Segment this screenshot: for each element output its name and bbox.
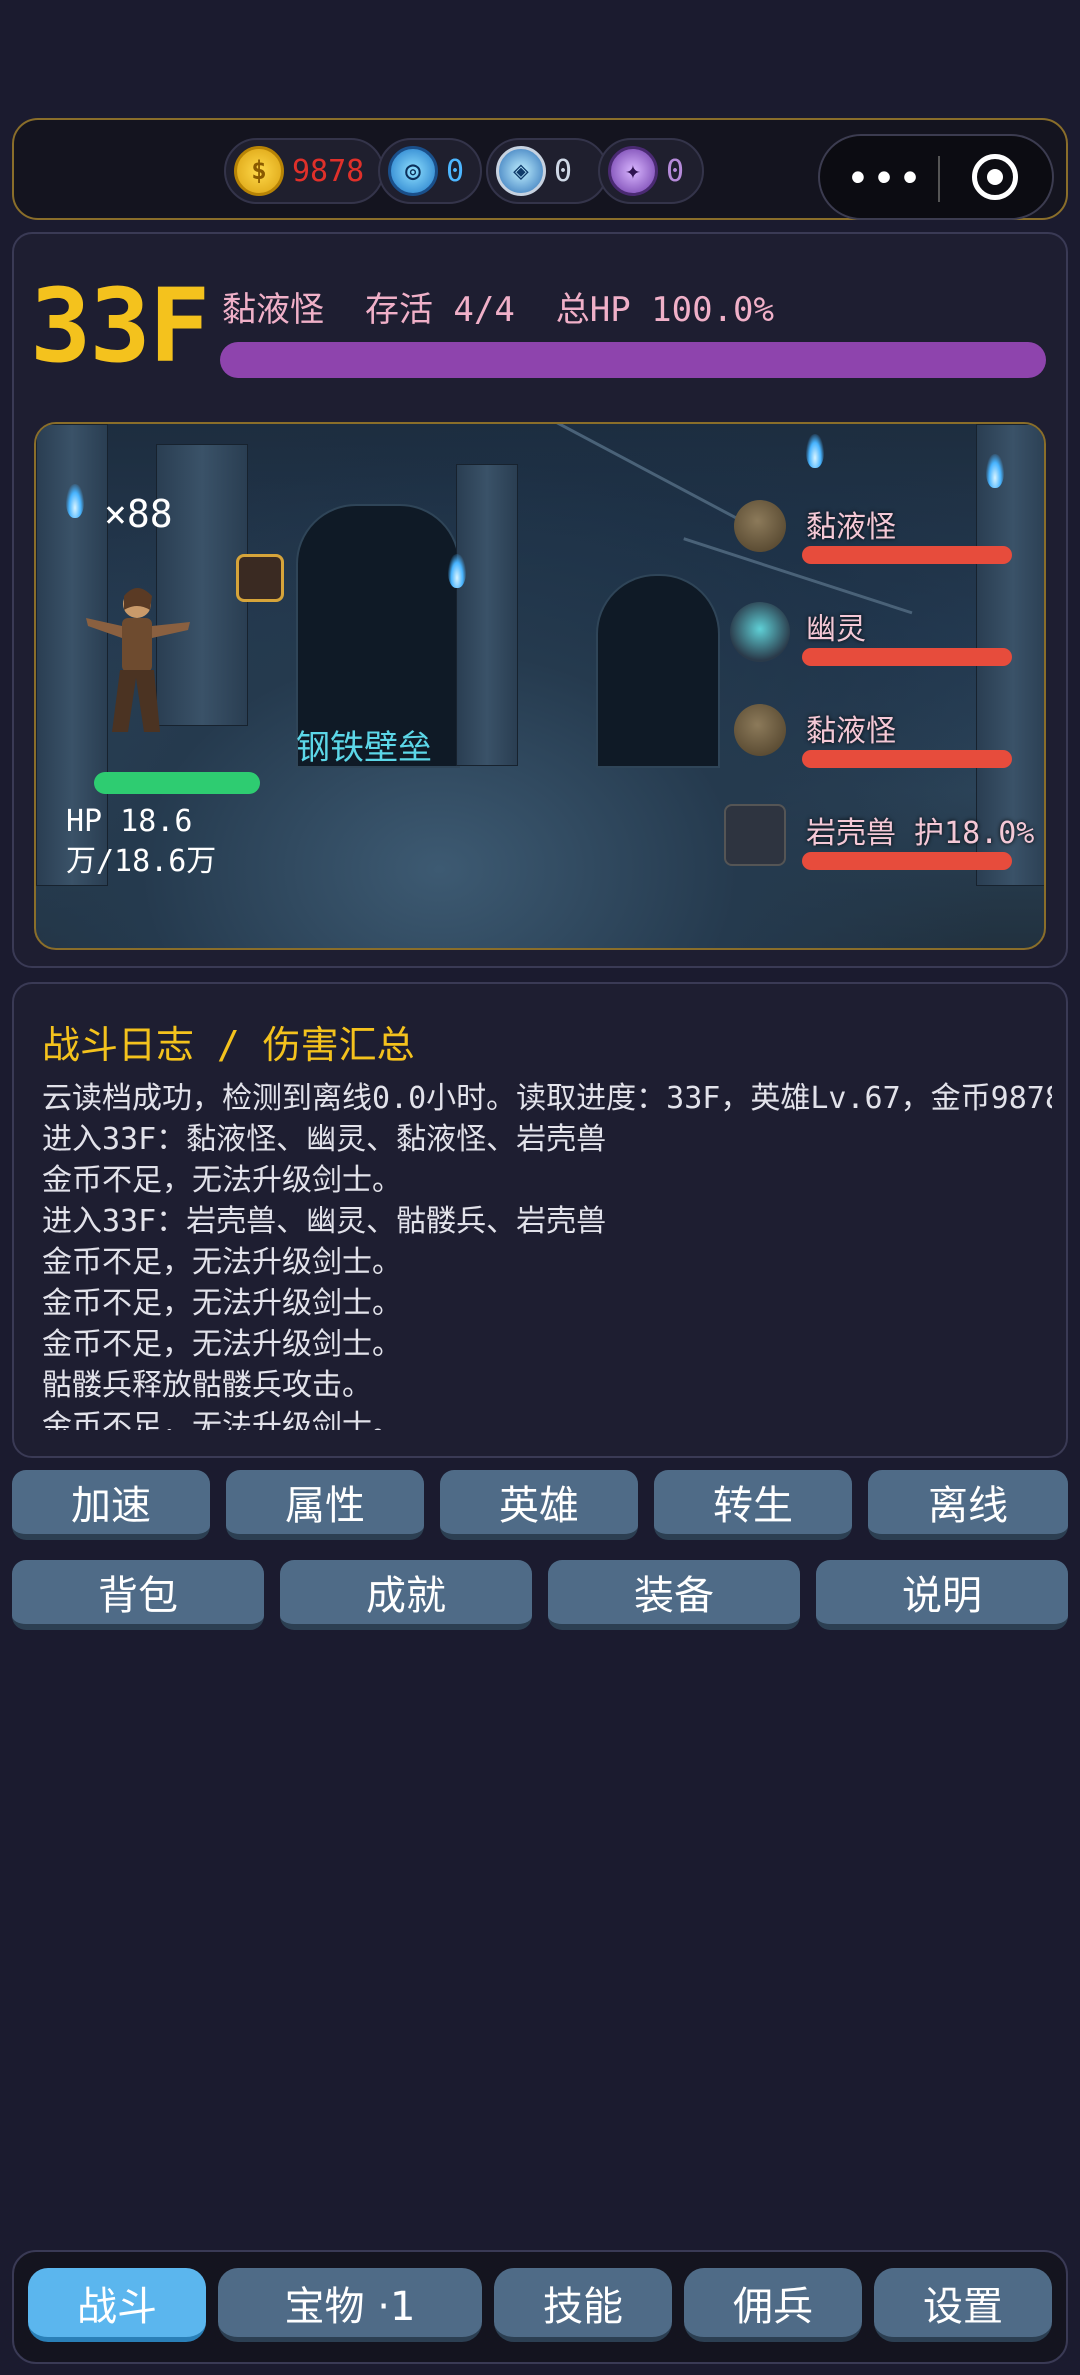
gold-coin-icon: $ <box>234 146 284 196</box>
log-line: 金币不足，无法升级剑士。 <box>42 1409 402 1430</box>
hammer-icon <box>724 804 786 866</box>
enemy-hp-bar <box>802 546 1012 564</box>
log-line: 进入33F：岩壳兽、幽灵、骷髅兵、岩壳兽 <box>42 1204 607 1239</box>
hero-count: ×88 <box>104 492 173 536</box>
backpack-button[interactable]: 背包 <box>12 1560 264 1630</box>
hero-button[interactable]: 英雄 <box>440 1470 638 1540</box>
tab-battle[interactable]: 战斗 <box>28 2268 206 2342</box>
blue-gem-icon: ◎ <box>388 146 438 196</box>
enemy-name: 岩壳兽 护18.0% <box>806 816 1035 851</box>
rebirth-button[interactable]: 转生 <box>654 1470 852 1540</box>
staircase <box>517 424 755 540</box>
log-line: 进入33F：黏液怪、幽灵、黏液怪、岩壳兽 <box>42 1122 607 1157</box>
offline-button[interactable]: 离线 <box>868 1470 1068 1540</box>
torch-flame <box>66 484 84 518</box>
log-line: 云读档成功，检测到离线0.0小时。读取进度：33F，英雄Lv.67，金币9878 <box>42 1081 1052 1116</box>
enemy-name: 幽灵 <box>806 612 866 647</box>
capsule-divider <box>938 156 940 202</box>
hero-hp-bar <box>94 772 260 794</box>
enemy-hp-bar <box>802 852 1012 870</box>
purple-crystal-icon: ✦ <box>608 146 658 196</box>
torch-flame <box>806 434 824 468</box>
log-line: 骷髅兵释放骷髅兵攻击。 <box>42 1368 372 1403</box>
total-hp-bar <box>220 342 1046 378</box>
log-line: 金币不足，无法升级剑士。 <box>42 1327 402 1362</box>
swirl-gem-icon: ◈ <box>496 146 546 196</box>
tab-treasure[interactable]: 宝物 ·1 <box>218 2268 482 2342</box>
wall-pillar <box>456 464 518 766</box>
help-button[interactable]: 说明 <box>816 1560 1068 1630</box>
enemy-status-text: 黏液怪 存活 4/4 总HP 100.0% <box>222 290 774 330</box>
enemy-hp-bar <box>802 750 1012 768</box>
hero-sprite <box>86 588 190 732</box>
pot-icon <box>734 704 786 756</box>
pot-icon <box>734 500 786 552</box>
skill-name: 钢铁壁垒 <box>296 728 432 768</box>
enemy-name: 黏液怪 <box>806 510 896 545</box>
doorway <box>596 574 720 768</box>
achievements-button[interactable]: 成就 <box>280 1560 532 1630</box>
purple-crystal-value: 0 <box>666 153 685 189</box>
log-line: 金币不足，无法升级剑士。 <box>42 1163 402 1198</box>
gold-value: 9878 <box>292 153 365 189</box>
log-title[interactable]: 战斗日志 / 伤害汇总 <box>42 1014 415 1069</box>
log-list: 云读档成功，检测到离线0.0小时。读取进度：33F，英雄Lv.67，金币9878… <box>42 1078 1052 1430</box>
enemy-name: 黏液怪 <box>806 714 896 749</box>
torch-flame <box>986 454 1004 488</box>
close-target-icon[interactable] <box>972 154 1018 200</box>
tab-mercenaries[interactable]: 佣兵 <box>684 2268 862 2342</box>
hero-hp-text: HP 18.6万/18.6万 <box>66 804 217 879</box>
swirl-gem-counter: ◈ 0 <box>486 138 608 204</box>
blue-gem-value: 0 <box>446 153 465 189</box>
torch-flame <box>448 554 466 588</box>
tab-skills[interactable]: 技能 <box>494 2268 672 2342</box>
speed-up-button[interactable]: 加速 <box>12 1470 210 1540</box>
miniprogram-capsule: ••• <box>818 134 1054 220</box>
floor-label: 33F <box>30 267 210 386</box>
buff-icon <box>236 554 284 602</box>
purple-crystal-counter: ✦ 0 <box>598 138 704 204</box>
log-line: 金币不足，无法升级剑士。 <box>42 1245 402 1280</box>
currency-bar: $ 9878 ◎ 0 ◈ 0 ✦ 0 ••• <box>12 118 1068 220</box>
ghost-icon <box>730 602 790 662</box>
attributes-button[interactable]: 属性 <box>226 1470 424 1540</box>
blue-gem-counter: ◎ 0 <box>378 138 482 204</box>
enemy-hp-bar <box>802 648 1012 666</box>
log-line: 金币不足，无法升级剑士。 <box>42 1286 402 1321</box>
swirl-gem-value: 0 <box>554 153 573 189</box>
gold-counter: $ 9878 <box>224 138 384 204</box>
equipment-button[interactable]: 装备 <box>548 1560 800 1630</box>
more-icon[interactable]: ••• <box>846 144 922 214</box>
tab-settings[interactable]: 设置 <box>874 2268 1052 2342</box>
